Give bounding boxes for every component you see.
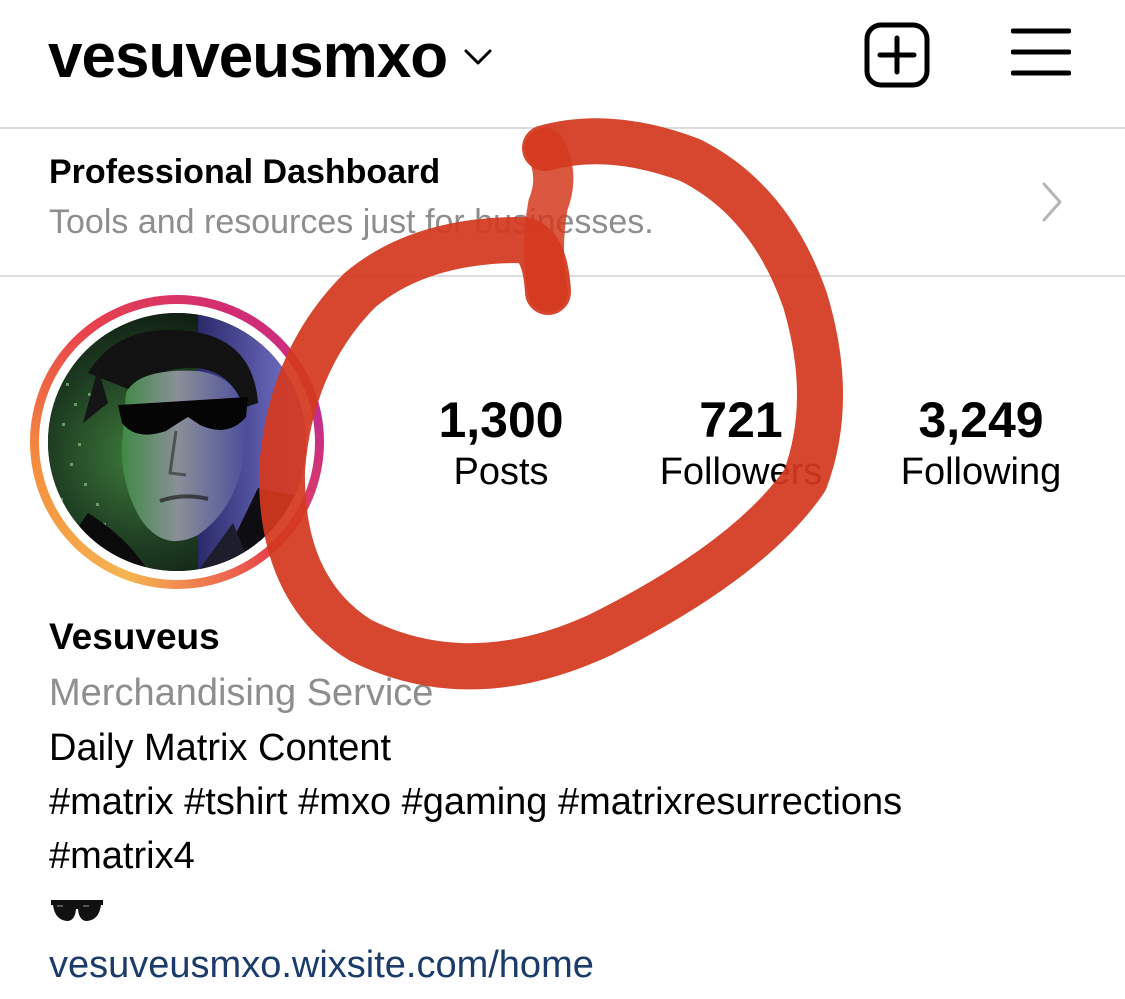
profile-avatar[interactable] — [30, 295, 324, 589]
posts-count: 1,300 — [438, 392, 564, 448]
followers-stat[interactable]: 721 Followers — [648, 390, 834, 494]
bio-hashtags-continued: #matrix4 — [49, 835, 195, 877]
plus-square-icon[interactable] — [864, 22, 930, 88]
profile-username-switcher[interactable]: vesuveusmxo — [48, 22, 493, 92]
profile-display-name: Vesuveus — [49, 616, 220, 657]
sunglasses-emoji — [51, 900, 103, 921]
followers-count: 721 — [699, 392, 783, 448]
chevron-down-icon — [464, 49, 492, 65]
following-stat[interactable]: 3,249 Following — [888, 390, 1074, 494]
bio-hashtags: #matrix #tshirt #mxo #gaming #matrixresu… — [49, 781, 903, 823]
profile-category: Merchandising Service — [49, 672, 434, 714]
bio-website-link[interactable]: vesuveusmxo.wixsite.com/home — [49, 942, 594, 988]
posts-stat[interactable]: 1,300 Posts — [432, 390, 570, 494]
bio-text-line: Daily Matrix Content — [49, 727, 392, 769]
dashboard-subtitle: Tools and resources just for businesses. — [49, 203, 654, 241]
dashboard-divider — [0, 275, 1125, 277]
username-text: vesuveusmxo — [48, 22, 448, 91]
header-divider — [0, 127, 1125, 129]
following-count: 3,249 — [918, 392, 1044, 448]
professional-dashboard-row[interactable]: Professional Dashboard Tools and resourc… — [0, 130, 1125, 275]
posts-label: Posts — [453, 451, 549, 493]
followers-label: Followers — [659, 451, 823, 493]
chevron-right-icon — [1042, 182, 1062, 222]
avatar-image — [48, 313, 306, 571]
dashboard-title: Professional Dashboard — [49, 153, 441, 191]
following-label: Following — [900, 451, 1062, 493]
hamburger-menu-icon[interactable] — [1011, 27, 1071, 77]
